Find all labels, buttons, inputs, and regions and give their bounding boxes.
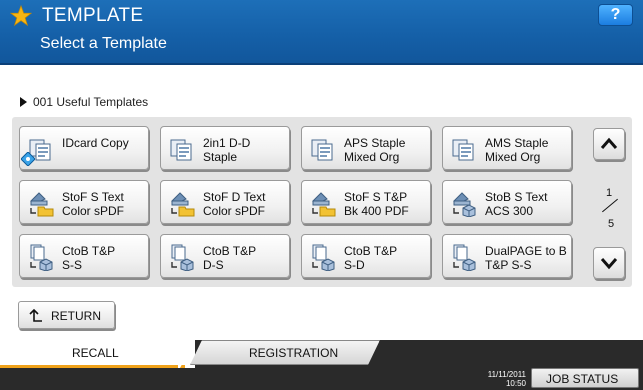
page-subtitle: Select a Template [40,35,167,52]
help-button[interactable]: ? [598,4,633,26]
template-label: CtoB T&P S-S [62,244,116,272]
template-label: 2in1 D-D Staple [203,136,251,164]
template-label: StoB S Text ACS 300 [485,190,548,218]
template-button[interactable]: CtoB T&P S-D [301,234,431,278]
datetime-display: 11/11/2011 10:50 [464,370,526,388]
chevron-up-icon [600,137,618,149]
date-text: 11/11/2011 [487,370,526,379]
template-button[interactable]: DualPAGE to B T&P S-S [442,234,572,278]
job-status-label: JOB STATUS [546,372,619,386]
time-text: 10:50 [505,379,526,388]
template-label: DualPAGE to B T&P S-S [485,244,567,272]
tab-recall[interactable]: RECALL [0,340,195,368]
template-button[interactable]: IDcard Copy [19,126,149,170]
template-label: IDcard Copy [62,136,129,150]
return-arrow-icon [29,308,42,322]
template-label: AMS Staple Mixed Org [485,136,549,164]
return-button[interactable]: RETURN [18,301,115,329]
tab-registration[interactable]: REGISTRATION [190,340,380,365]
template-label: CtoB T&P S-D [344,244,398,272]
template-button[interactable]: StoB S Text ACS 300 [442,180,572,224]
page-title: TEMPLATE [42,5,144,26]
template-label: StoF D Text Color sPDF [203,190,266,218]
page-down-button[interactable] [593,247,625,279]
header-bar: TEMPLATE Select a Template ? [0,0,643,64]
page-up-button[interactable] [593,128,625,160]
page-indicator: 1 5 [596,183,624,233]
tab-registration-label: REGISTRATION [249,346,339,360]
breadcrumb: 001 Useful Templates [20,95,148,109]
page-current: 1 [606,187,613,199]
breadcrumb-text: 001 Useful Templates [33,95,149,109]
star-icon [10,5,32,27]
template-button[interactable]: StoF S T&P Bk 400 PDF [301,180,431,224]
tab-active-indicator [0,365,185,368]
template-button[interactable]: CtoB T&P S-S [19,234,149,278]
template-button[interactable]: 2in1 D-D Staple [160,126,290,170]
template-label: CtoB T&P D-S [203,244,257,272]
chevron-down-icon [600,258,618,270]
template-button[interactable]: CtoB T&P D-S [160,234,290,278]
job-status-button[interactable]: JOB STATUS [531,368,639,388]
bottom-bar: RECALL REGISTRATION 11/11/2011 10:50 JOB… [0,340,643,390]
return-label: RETURN [51,309,101,323]
template-label: StoF S T&P Bk 400 PDF [344,190,409,218]
template-button[interactable]: StoF S Text Color sPDF [19,180,149,224]
template-button[interactable]: APS Staple Mixed Org [301,126,431,170]
template-button[interactable]: StoF D Text Color sPDF [160,180,290,224]
tab-recall-label: RECALL [72,346,119,360]
template-button[interactable]: AMS Staple Mixed Org [442,126,572,170]
triangle-right-icon [20,97,27,107]
page-total: 5 [608,218,615,230]
template-label: StoF S Text Color sPDF [62,190,125,218]
page-slash [602,198,618,213]
template-label: APS Staple Mixed Org [344,136,406,164]
